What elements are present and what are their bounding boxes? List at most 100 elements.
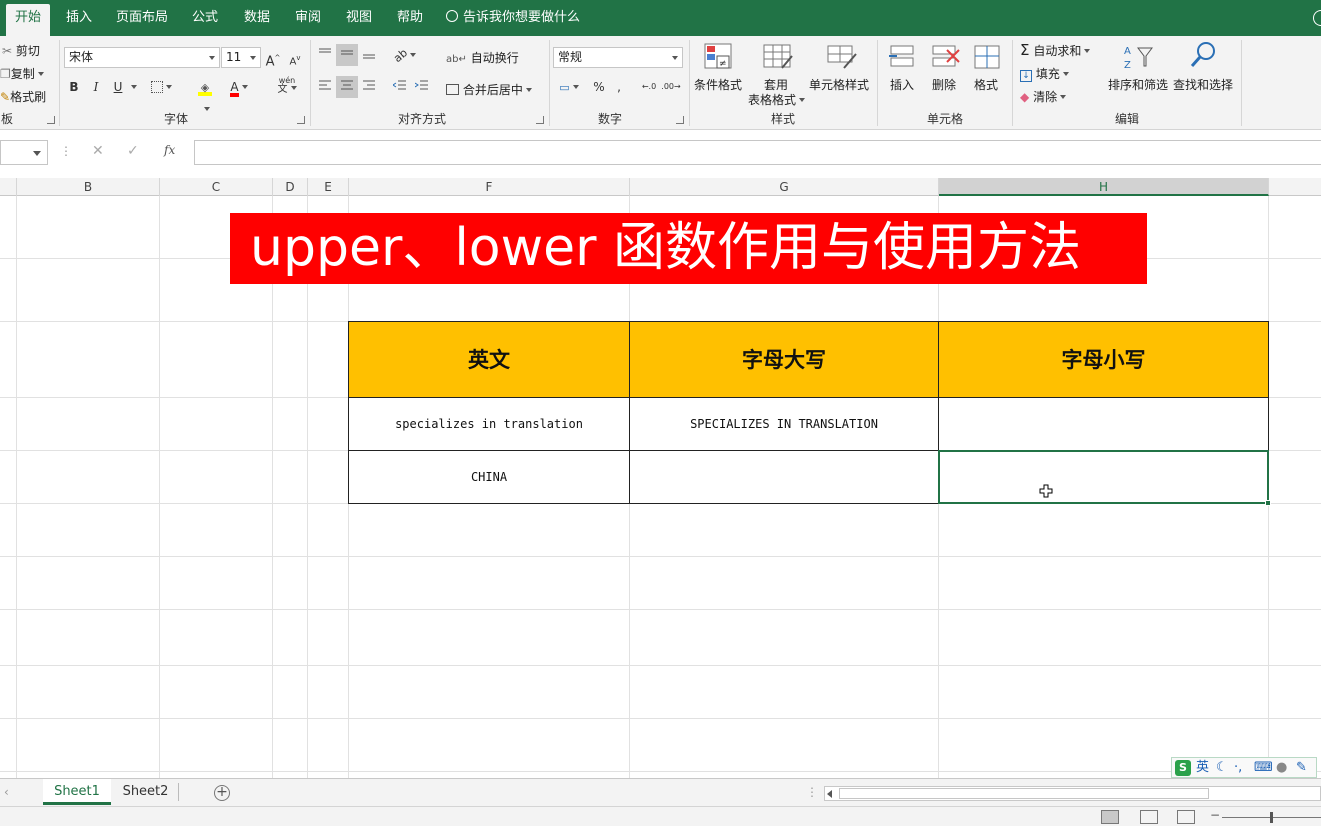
- phonetic-guide-button[interactable]: wén 文: [272, 76, 302, 98]
- table-header-english[interactable]: 英文: [348, 321, 630, 398]
- fill-handle[interactable]: [1265, 500, 1271, 506]
- zoom-out-icon[interactable]: −: [1210, 808, 1220, 822]
- ime-language-toggle[interactable]: 英: [1196, 759, 1209, 777]
- title-banner[interactable]: upper、lower 函数作用与使用方法: [230, 213, 1147, 284]
- moon-icon[interactable]: ☾: [1216, 759, 1228, 777]
- cut-button[interactable]: ✂ 剪切: [2, 42, 40, 59]
- decrease-decimal-icon[interactable]: .00→: [660, 76, 682, 98]
- percent-button[interactable]: %: [588, 76, 610, 98]
- wrench-icon[interactable]: ✎: [1296, 759, 1307, 777]
- insert-cells-button[interactable]: 插入: [890, 76, 914, 93]
- column-header-c[interactable]: C: [160, 178, 273, 196]
- underline-dropdown[interactable]: [125, 76, 139, 98]
- orientation-icon[interactable]: ab: [390, 44, 420, 66]
- align-left-icon[interactable]: [314, 76, 336, 98]
- tab-formulas[interactable]: 公式: [184, 0, 226, 36]
- alignment-launcher-icon[interactable]: [536, 116, 544, 124]
- wrap-text-button[interactable]: ab↵ 自动换行: [446, 49, 519, 66]
- align-bottom-icon[interactable]: [358, 44, 380, 66]
- format-cells-button[interactable]: 格式: [974, 76, 998, 93]
- scroll-left-icon[interactable]: [827, 790, 832, 798]
- merge-center-button[interactable]: 合并后居中: [446, 81, 532, 98]
- zoom-slider-knob[interactable]: [1270, 812, 1273, 823]
- tab-insert[interactable]: 插入: [58, 0, 100, 36]
- table-cell[interactable]: [629, 450, 939, 504]
- column-header-g[interactable]: G: [630, 178, 939, 196]
- increase-decimal-icon[interactable]: ←.0: [638, 76, 660, 98]
- column-header-b[interactable]: B: [17, 178, 160, 196]
- tab-review[interactable]: 审阅: [287, 0, 329, 36]
- clipboard-launcher-icon[interactable]: [47, 116, 55, 124]
- user-icon[interactable]: [1313, 10, 1321, 26]
- decrease-font-icon[interactable]: Av: [284, 47, 306, 69]
- tab-page-layout[interactable]: 页面布局: [110, 0, 174, 36]
- conditional-format-button[interactable]: 条件格式: [694, 76, 742, 93]
- tab-view[interactable]: 视图: [338, 0, 380, 36]
- autosum-button[interactable]: Σ 自动求和: [1020, 41, 1091, 59]
- table-cell[interactable]: CHINA: [348, 450, 630, 504]
- sort-filter-button[interactable]: 排序和筛选: [1108, 76, 1168, 93]
- copy-button[interactable]: ❐复制: [0, 65, 44, 82]
- table-cell[interactable]: specializes in translation: [348, 397, 630, 451]
- format-as-table-button-2[interactable]: 表格格式: [748, 91, 806, 108]
- accounting-format-icon[interactable]: ▭: [554, 76, 584, 98]
- fill-button[interactable]: ↓ 填充: [1020, 65, 1069, 82]
- column-header-a-partial[interactable]: [0, 178, 17, 196]
- page-layout-view-icon[interactable]: [1140, 810, 1158, 824]
- increase-indent-icon[interactable]: [411, 76, 433, 98]
- enter-icon[interactable]: ✓: [127, 143, 139, 159]
- column-header-h[interactable]: H: [939, 178, 1269, 196]
- align-right-icon[interactable]: [358, 76, 380, 98]
- page-break-view-icon[interactable]: [1177, 810, 1195, 824]
- normal-view-icon[interactable]: [1101, 810, 1119, 824]
- tab-home[interactable]: 开始: [6, 4, 50, 36]
- increase-font-icon[interactable]: A^: [262, 47, 284, 69]
- table-cell[interactable]: [938, 397, 1269, 451]
- font-name-select[interactable]: 宋体: [64, 47, 220, 68]
- user-icon[interactable]: ●: [1276, 759, 1287, 777]
- sheet-tab-1[interactable]: Sheet1: [43, 779, 111, 805]
- punctuation-icon[interactable]: ·,: [1234, 759, 1242, 777]
- align-center-icon[interactable]: [336, 76, 358, 98]
- align-middle-icon[interactable]: [336, 44, 358, 66]
- cancel-icon[interactable]: ✕: [92, 143, 104, 159]
- column-header-d[interactable]: D: [273, 178, 308, 196]
- column-header-e[interactable]: E: [308, 178, 349, 196]
- table-header-uppercase[interactable]: 字母大写: [629, 321, 939, 398]
- scrollbar-thumb[interactable]: [839, 788, 1209, 799]
- font-size-select[interactable]: 11: [221, 47, 261, 68]
- table-cell[interactable]: SPECIALIZES IN TRANSLATION: [629, 397, 939, 451]
- cell-styles-button[interactable]: 单元格样式: [809, 76, 869, 93]
- active-cell-selection[interactable]: [938, 450, 1271, 506]
- font-color-button[interactable]: A: [228, 76, 250, 98]
- worksheet-grid[interactable]: upper、lower 函数作用与使用方法 英文 字母大写 字母小写 speci…: [0, 196, 1321, 778]
- ime-logo-icon[interactable]: S: [1175, 760, 1191, 776]
- comma-button[interactable]: ,: [608, 76, 630, 98]
- split-grip-icon[interactable]: ⋮: [806, 785, 818, 799]
- delete-cells-button[interactable]: 删除: [932, 76, 956, 93]
- sheet-nav-icon[interactable]: ‹: [4, 785, 9, 799]
- decrease-indent-icon[interactable]: [389, 76, 411, 98]
- tab-data[interactable]: 数据: [236, 0, 278, 36]
- find-select-button[interactable]: 查找和选择: [1173, 76, 1233, 93]
- font-launcher-icon[interactable]: [297, 116, 305, 124]
- name-box[interactable]: [0, 140, 48, 165]
- fill-color-icon[interactable]: ◈: [194, 76, 216, 111]
- insert-function-icon[interactable]: fx: [164, 143, 175, 157]
- column-header-f[interactable]: F: [349, 178, 630, 196]
- italic-button[interactable]: I: [85, 76, 107, 98]
- table-header-lowercase[interactable]: 字母小写: [938, 321, 1269, 398]
- formula-input[interactable]: [194, 140, 1321, 165]
- keyboard-icon[interactable]: ⌨: [1254, 759, 1273, 777]
- tab-help[interactable]: 帮助: [389, 0, 431, 36]
- number-launcher-icon[interactable]: [676, 116, 684, 124]
- sheet-tab-2[interactable]: Sheet2: [113, 783, 179, 801]
- zoom-slider[interactable]: [1222, 812, 1321, 823]
- format-painter-button[interactable]: ✎格式刷: [0, 88, 46, 105]
- clear-button[interactable]: ◆ 清除: [1020, 88, 1067, 105]
- borders-icon[interactable]: [150, 76, 172, 98]
- horizontal-scrollbar[interactable]: [824, 786, 1321, 801]
- tell-me-search[interactable]: 告诉我你想要做什么: [446, 0, 580, 36]
- bold-button[interactable]: B: [63, 76, 85, 98]
- align-top-icon[interactable]: [314, 44, 336, 66]
